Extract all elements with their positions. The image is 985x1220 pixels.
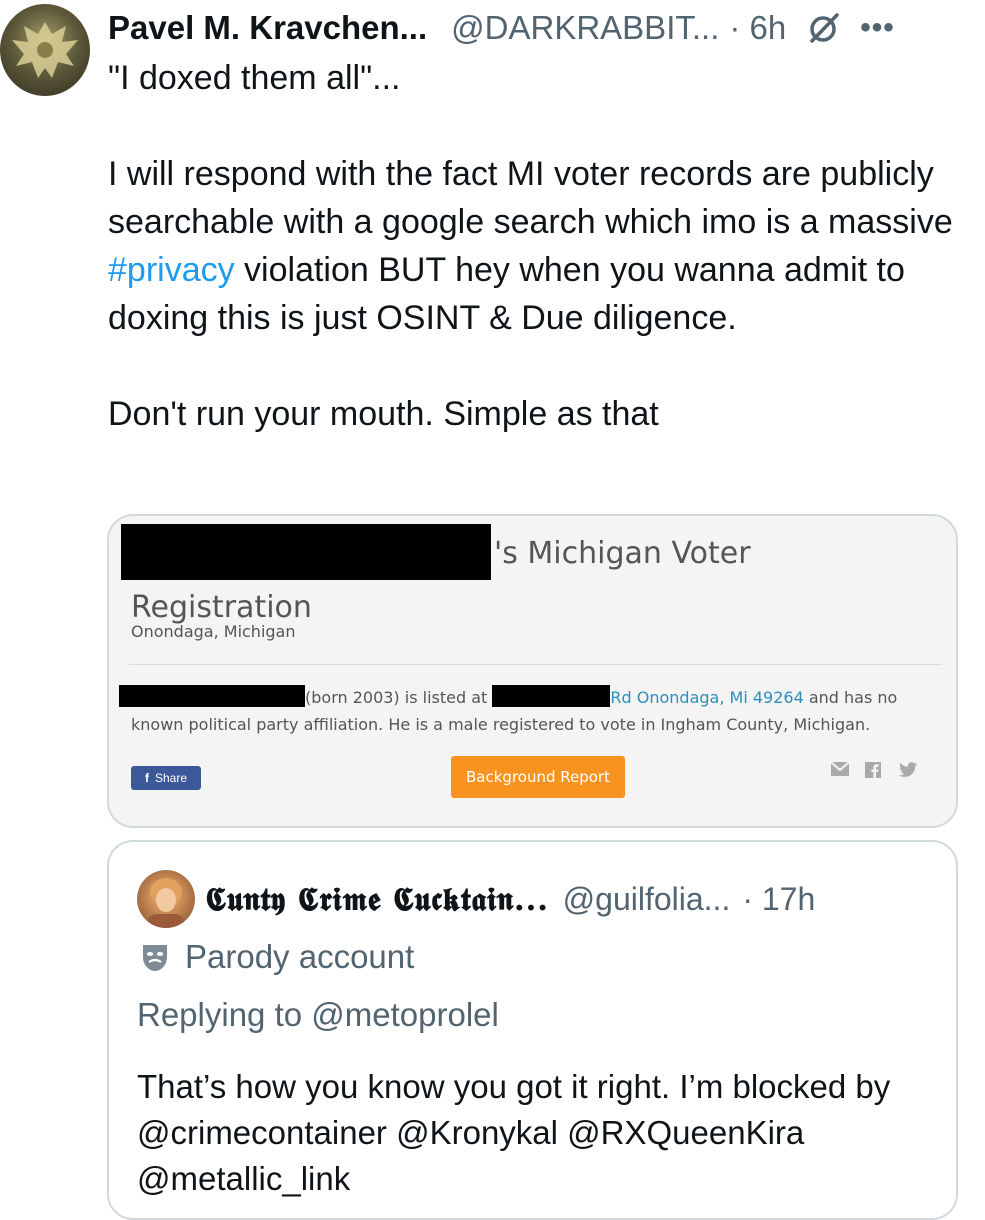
post-text-line1: "I doxed them all"... [108,59,401,97]
quoted-author-avatar[interactable] [137,870,195,928]
facebook-icon[interactable] [865,762,883,778]
quoted-post-timestamp[interactable]: · 17h [742,881,815,918]
hashtag-link[interactable]: #privacy [108,251,235,289]
author-display-name[interactable]: Pavel M. Kravchen... [108,9,427,47]
quoted-post[interactable]: 𝕮𝖚𝖓𝖙𝖞 𝕮𝖗𝖎𝖒𝖊 𝕮𝖚𝖈𝖐𝖙𝖆𝖎𝖓... @guilfolia... · … [107,840,958,1220]
author-avatar[interactable] [0,4,90,96]
post-body: "I doxed them all"... I will respond wit… [108,54,968,438]
redaction-bar [119,685,305,707]
post-text-paragraph2: I will respond with the fact MI voter re… [108,155,953,337]
share-label: Share [154,771,188,785]
quoted-author-handle[interactable]: @guilfolia... [563,881,731,918]
quoted-author-display-name[interactable]: 𝕮𝖚𝖓𝖙𝖞 𝕮𝖗𝖎𝖒𝖊 𝕮𝖚𝖈𝖐𝖙𝖆𝖎𝖓... [205,880,549,919]
card-location: Onondaga, Michigan [131,622,296,641]
quoted-post-header: 𝕮𝖚𝖓𝖙𝖞 𝕮𝖗𝖎𝖒𝖊 𝕮𝖚𝖈𝖐𝖙𝖆𝖎𝖓... @guilfolia... · … [205,874,945,924]
twitter-icon[interactable] [899,762,917,778]
parody-label: Parody account [137,938,414,976]
facebook-icon: f [144,771,149,785]
more-icon[interactable]: ••• [860,11,895,45]
card-title-line1: 's Michigan Voter [494,536,751,571]
parody-label-text: Parody account [185,938,415,975]
info-born: (born 2003) is listed at [305,688,488,707]
post-header: Pavel M. Kravchen... @DARKRABBIT... · 6h… [108,6,978,50]
post-text-paragraph3: Don't run your mouth. Simple as that [108,395,659,433]
social-icons [830,761,917,778]
facebook-share-button[interactable]: f Share [131,766,201,790]
post-timestamp[interactable]: · 6h [729,9,786,47]
attached-screenshot-card[interactable]: 's Michigan Voter Registration Onondaga,… [107,514,958,828]
grok-icon[interactable] [806,10,842,46]
background-report-button[interactable]: Background Report [451,756,625,798]
card-info-text: (born 2003) is listed at Rd Onondaga, Mi… [119,684,941,738]
card-divider [129,664,942,665]
replying-to-text[interactable]: Replying to @metoprolel [137,996,499,1034]
email-icon[interactable] [830,761,850,778]
redaction-bar [121,524,491,580]
redaction-bar [492,685,611,707]
parody-mask-icon [137,939,173,975]
quoted-post-text: That’s how you know you got it right. I’… [137,1068,891,1197]
info-address-link[interactable]: Rd Onondaga, Mi 49264 [610,688,803,707]
author-handle[interactable]: @DARKRABBIT... [451,9,719,47]
